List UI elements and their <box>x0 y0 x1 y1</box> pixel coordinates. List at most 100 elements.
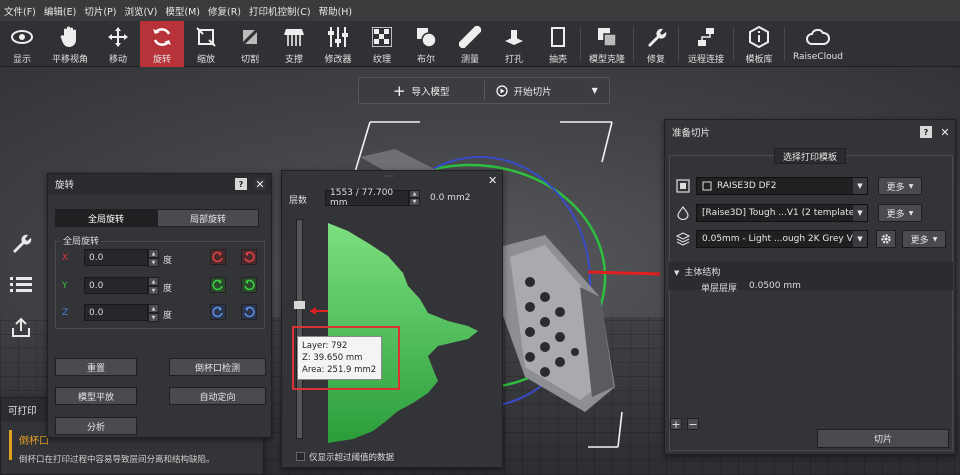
tool-scale[interactable]: 缩放 <box>184 21 228 67</box>
tool-boolean[interactable]: 布尔 <box>404 21 448 67</box>
layer-height-value[interactable]: 0.0500 mm <box>749 281 801 291</box>
add-item-button[interactable]: + <box>670 418 682 431</box>
rotate-x-input[interactable]: 0.0 <box>84 249 148 266</box>
tool-raisecloud[interactable]: RaiseCloud <box>785 21 851 67</box>
rotate-y-cw-button[interactable] <box>241 277 257 293</box>
printer-icon <box>676 179 690 193</box>
side-wrench-button[interactable] <box>0 228 42 258</box>
profile-more-button[interactable]: 更多 ▼ <box>902 230 946 248</box>
rotate-x-cw-button[interactable] <box>241 249 257 265</box>
profile-select[interactable]: 0.05mm - Light ...ough 2K Grey V1 ▼ <box>696 230 868 248</box>
rotate-x-stepper[interactable]: ▲ ▼ <box>148 249 159 267</box>
tool-support[interactable]: 支撑 <box>272 21 316 67</box>
tooltip-area: Area: 251.9 mm2 <box>302 365 377 375</box>
tool-measure[interactable]: 测量 <box>448 21 492 67</box>
menu-view[interactable]: 浏览(V) <box>124 4 157 18</box>
start-slice-button[interactable]: 开始切片 ▼ <box>485 78 610 103</box>
layer-indicator-arrow <box>310 307 316 315</box>
tool-display[interactable]: 显示 <box>0 21 44 67</box>
rotate-z-stepper[interactable]: ▲ ▼ <box>148 304 159 322</box>
menu-repair[interactable]: 修复(R) <box>208 4 241 18</box>
printability-description: 倒杯口在打印过程中容易导致层间分离和结构缺陷。 <box>19 455 215 465</box>
tool-hole[interactable]: 打孔 <box>492 21 536 67</box>
slice-panel-frame <box>669 155 953 451</box>
tab-global-rotate[interactable]: 全局旋转 <box>55 209 157 227</box>
side-export-button[interactable] <box>0 312 42 342</box>
layer-slider-handle[interactable] <box>294 301 305 309</box>
help-button[interactable]: ? <box>235 178 247 190</box>
material-select[interactable]: [Raise3D] Tough ...V1 (2 templates) ▼ <box>696 204 868 222</box>
tool-cut[interactable]: 切割 <box>228 21 272 67</box>
menu-bar: 文件(F) 编辑(E) 切片(P) 浏览(V) 模型(M) 修复(R) 打印机控… <box>0 0 960 21</box>
threshold-checkbox[interactable] <box>296 452 305 461</box>
menu-edit[interactable]: 编辑(E) <box>44 4 76 18</box>
tool-clone[interactable]: 模型克隆 <box>581 21 633 67</box>
rotate-z-cw-button[interactable] <box>241 304 257 320</box>
reset-button[interactable]: 重置 <box>55 358 137 376</box>
scale-icon <box>194 25 218 49</box>
tool-texture[interactable]: 纹理 <box>360 21 404 67</box>
axis-y-label: Y <box>62 281 68 291</box>
close-icon[interactable]: ✕ <box>254 178 266 191</box>
prepare-slice-title: 准备切片 <box>672 128 711 139</box>
tree-group-主体结构[interactable]: ▼ 主体结构 <box>674 265 720 278</box>
rotate-cw-icon <box>244 251 255 263</box>
support-icon <box>282 25 306 49</box>
import-model-button[interactable]: + 导入模型 <box>359 78 484 103</box>
chevron-down-icon: ▼ <box>853 231 867 247</box>
close-icon[interactable]: ✕ <box>939 126 951 139</box>
printer-more-button[interactable]: 更多 ▼ <box>878 177 922 195</box>
wrench-icon <box>13 234 32 253</box>
rotate-x-ccw-button[interactable] <box>210 249 226 265</box>
tool-modifier[interactable]: 修改器 <box>316 21 360 67</box>
layer-stepper[interactable]: ▲ ▼ <box>409 190 420 206</box>
menu-help[interactable]: 帮助(H) <box>319 4 353 18</box>
printer-select[interactable]: RAISE3D DF2 ▼ <box>696 177 868 195</box>
tool-pan[interactable]: 平移视角 <box>44 21 96 67</box>
chevron-down-icon: ▼ <box>853 178 867 194</box>
tool-remote[interactable]: 远程连接 <box>679 21 733 67</box>
auto-orient-button[interactable]: 自动定向 <box>169 387 266 405</box>
remove-item-button[interactable]: − <box>687 418 699 431</box>
checker-icon <box>370 25 394 49</box>
slice-button[interactable]: 切片 <box>817 429 949 448</box>
overhang-check-button[interactable]: 倒杯口检测 <box>169 358 266 376</box>
rotate-z-ccw-button[interactable] <box>210 304 226 320</box>
rotate-y-input[interactable]: 0.0 <box>84 277 148 294</box>
plus-icon: + <box>392 81 406 100</box>
prepare-slice-panel: ···· 准备切片 ? ✕ 选择打印模板 RAISE3D DF2 ▼ 更多▼ [… <box>664 119 956 455</box>
rotate-y-stepper[interactable]: ▲ ▼ <box>148 277 159 295</box>
side-list-button[interactable] <box>0 270 42 300</box>
rotate-z-unit: 度 <box>163 311 173 321</box>
menu-slice[interactable]: 切片(P) <box>84 4 116 18</box>
tool-shell[interactable]: 抽壳 <box>536 21 580 67</box>
layer-value-input[interactable]: 1553 / 77.700 mm <box>325 188 409 208</box>
chevron-down-icon[interactable]: ▼ <box>592 86 598 95</box>
info-hex-icon <box>747 25 771 49</box>
help-button[interactable]: ? <box>920 126 932 138</box>
menu-model[interactable]: 模型(M) <box>165 4 200 18</box>
tool-library[interactable]: 模板库 <box>734 21 784 67</box>
tool-repair[interactable]: 修复 <box>634 21 678 67</box>
drag-handle[interactable]: ···· <box>385 172 395 181</box>
sliders-icon <box>326 25 350 49</box>
material-more-button[interactable]: 更多 ▼ <box>878 204 922 222</box>
tool-move[interactable]: 移动 <box>96 21 140 67</box>
tab-select-template[interactable]: 选择打印模板 <box>774 148 846 164</box>
hole-icon <box>502 25 526 49</box>
close-icon[interactable]: ✕ <box>488 174 497 187</box>
rotate-panel-title: 旋转 <box>55 180 75 191</box>
chevron-down-icon: ▼ <box>674 269 680 277</box>
menu-file[interactable]: 文件(F) <box>4 4 36 18</box>
flatten-model-button[interactable]: 模型平放 <box>55 387 137 405</box>
wrench-icon <box>644 25 668 49</box>
menu-printer-control[interactable]: 打印机控制(C) <box>249 4 311 18</box>
main-toolbar: 显示 平移视角 移动 旋转 缩放 切割 支撑 修改器 纹理 布尔 测量 打孔 抽… <box>0 21 960 67</box>
analyze-button[interactable]: 分析 <box>55 417 137 435</box>
tool-rotate[interactable]: 旋转 <box>140 21 184 67</box>
rotate-z-input[interactable]: 0.0 <box>84 304 148 321</box>
tab-local-rotate[interactable]: 局部旋转 <box>157 209 259 227</box>
profile-settings-button[interactable] <box>876 230 896 248</box>
rotate-y-ccw-button[interactable] <box>210 277 226 293</box>
shell-icon <box>546 25 570 49</box>
